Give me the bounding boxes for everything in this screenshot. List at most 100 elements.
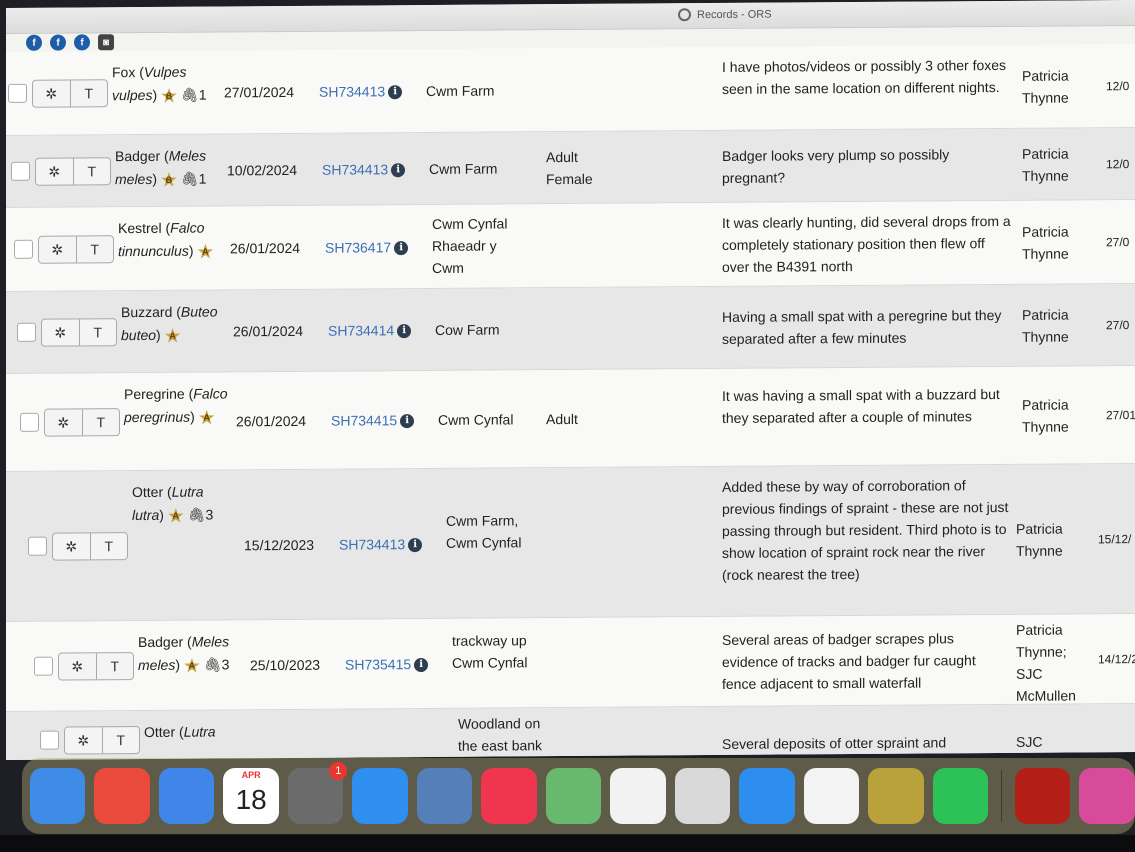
grid-reference-link[interactable]: SH734414 (328, 322, 394, 338)
attachment-icon[interactable]: 🖇 (181, 87, 199, 103)
row-select-checkbox[interactable] (28, 536, 47, 556)
tab-f-icon[interactable]: f (26, 34, 42, 51)
row-settings-button[interactable]: ✲ (36, 158, 73, 184)
species-cell[interactable]: Peregrine (Falco peregrinus) A (124, 382, 236, 429)
table-row[interactable]: ✲ T Otter (Lutra lutra) A 🖇3 15/12/2023 SH73… (6, 464, 1135, 622)
attachment-icon[interactable]: 🖇 (204, 656, 222, 672)
grid-reference[interactable]: SH736417 i (325, 236, 409, 259)
species-cell[interactable]: Badger (Meles meles) B 🖇1 (115, 144, 227, 191)
row-settings-button[interactable]: ✲ (53, 533, 90, 559)
grid-reference-link[interactable]: SH736417 (325, 239, 391, 255)
row-settings-button[interactable]: ✲ (39, 236, 76, 262)
grid-reference[interactable]: SH734413 i (322, 158, 406, 181)
photos-icon[interactable] (803, 768, 860, 824)
calendar-icon[interactable]: APR 18 (223, 768, 279, 824)
info-icon[interactable]: i (391, 163, 406, 178)
acrobat-icon[interactable] (1015, 768, 1071, 824)
row-actions-group[interactable]: ✲ T (32, 79, 108, 108)
settings-icon[interactable]: 1 (287, 762, 348, 824)
row-filter-button[interactable]: T (95, 653, 133, 680)
species-cell[interactable]: Otter (Lutra lutra) A 🖇3 (132, 480, 234, 527)
row-filter-button[interactable]: T (81, 409, 119, 436)
info-icon[interactable]: i (397, 324, 412, 339)
row-select-checkbox[interactable] (34, 656, 53, 676)
row-select-checkbox[interactable] (40, 730, 59, 750)
mail-icon[interactable] (158, 768, 215, 824)
attachment-icon[interactable]: 🖇 (181, 171, 199, 187)
row-settings-button[interactable]: ✲ (45, 409, 82, 435)
row-filter-button[interactable]: T (69, 80, 107, 107)
species-cell[interactable]: Otter (Lutra (144, 720, 246, 744)
freeform-icon[interactable] (610, 768, 666, 824)
row-filter-button[interactable]: T (89, 533, 127, 560)
entered-date: 15/12/ (1098, 532, 1132, 547)
row-select-checkbox[interactable] (17, 322, 36, 342)
launchpad-icon[interactable] (674, 768, 731, 824)
species-cell[interactable]: Buzzard (Buteo buteo) A (121, 300, 233, 347)
grid-reference-link[interactable]: SH735415 (345, 656, 411, 672)
row-filter-button[interactable]: T (78, 319, 116, 346)
species-cell[interactable]: Fox (Vulpes vulpes) B 🖇1 (112, 60, 224, 107)
species-cell[interactable]: Kestrel (Falco tinnunculus) A (118, 216, 230, 263)
row-settings-button[interactable]: ✲ (42, 319, 79, 345)
preview-icon[interactable] (416, 768, 473, 824)
table-row[interactable]: ✲ T Badger (Meles meles) B 🖇1 10/02/2024 SH7… (6, 128, 1135, 208)
grid-reference-link[interactable]: SH734413 (319, 83, 385, 99)
row-actions-group[interactable]: ✲ T (41, 318, 117, 347)
row-actions-group[interactable]: ✲ T (58, 652, 134, 681)
tab-f-icon[interactable]: f (74, 34, 90, 51)
maps-icon[interactable] (545, 768, 602, 824)
grid-reference-link[interactable]: SH734415 (331, 412, 397, 428)
grid-reference[interactable]: SH734413 i (319, 80, 403, 103)
grid-reference[interactable]: SH734414 i (328, 319, 412, 342)
row-settings-button[interactable]: ✲ (59, 653, 96, 679)
info-icon[interactable]: i (408, 538, 423, 553)
tab-app-icon[interactable]: ◙ (98, 34, 114, 51)
row-filter-button[interactable]: T (101, 727, 139, 754)
grid-reference[interactable]: SH734415 i (331, 409, 415, 432)
row-actions-group[interactable]: ✲ T (64, 726, 140, 755)
chrome-icon[interactable] (94, 768, 150, 824)
comment-text: It was clearly hunting, did several drop… (722, 212, 1011, 275)
table-row[interactable]: ✲ T Buzzard (Buteo buteo) A 26/01/2024 SH734… (6, 284, 1135, 374)
grid-reference[interactable]: SH735415 i (345, 653, 429, 676)
row-actions-group[interactable]: ✲ T (38, 235, 114, 264)
table-row[interactable]: ✲ T Badger (Meles meles) A 🖇3 25/10/2023 SH7… (6, 614, 1135, 712)
comment-text: It was having a small spat with a buzzar… (722, 386, 1000, 426)
safari-icon[interactable] (352, 768, 408, 824)
row-actions-group[interactable]: ✲ T (35, 157, 111, 186)
info-icon[interactable]: i (394, 241, 409, 256)
row-select-checkbox[interactable] (20, 412, 39, 432)
grid-reference-link[interactable]: SH734413 (322, 161, 388, 177)
info-icon[interactable]: i (414, 658, 429, 673)
table-row[interactable]: ✲ T Fox (Vulpes vulpes) B 🖇1 27/01/2024 SH73… (6, 44, 1135, 136)
presentation-icon[interactable] (1079, 768, 1135, 824)
attachment-icon[interactable]: 🖇 (188, 507, 206, 523)
whatsapp-icon[interactable] (932, 768, 989, 824)
row-settings-button[interactable]: ✲ (65, 727, 102, 753)
tab-f-icon[interactable]: f (50, 34, 66, 51)
row-filter-button[interactable]: T (72, 158, 110, 185)
grid-reference[interactable]: SH734413 i (339, 533, 423, 556)
table-row[interactable]: ✲ T Otter (Lutra Woodland on the east bank S… (6, 704, 1135, 760)
table-row[interactable]: ✲ T Peregrine (Falco peregrinus) A 26/01/20… (6, 366, 1135, 472)
music-icon[interactable] (481, 768, 537, 824)
row-actions-group[interactable]: ✲ T (52, 532, 128, 561)
table-row[interactable]: ✲ T Kestrel (Falco tinnunculus) A 26/01/202… (6, 200, 1135, 292)
row-actions-group[interactable]: ✲ T (44, 408, 120, 437)
app-store-icon[interactable] (739, 768, 795, 824)
row-settings-button[interactable]: ✲ (33, 80, 70, 106)
row-filter-button[interactable]: T (75, 236, 113, 263)
info-icon[interactable]: i (388, 85, 403, 100)
species-cell[interactable]: Badger (Meles meles) A 🖇3 (138, 630, 240, 677)
stage-sex: Adult (546, 410, 578, 428)
row-select-checkbox[interactable] (8, 83, 27, 103)
app-icon[interactable] (868, 768, 924, 824)
info-icon[interactable]: i (400, 414, 415, 429)
species-common-name: Badger (115, 147, 161, 165)
row-select-checkbox[interactable] (14, 239, 33, 259)
grid-reference-link[interactable]: SH734413 (339, 536, 405, 552)
finder-icon[interactable] (30, 768, 86, 824)
row-select-checkbox[interactable] (11, 161, 30, 181)
comment-text: Several deposits of otter spraint and (722, 734, 947, 752)
